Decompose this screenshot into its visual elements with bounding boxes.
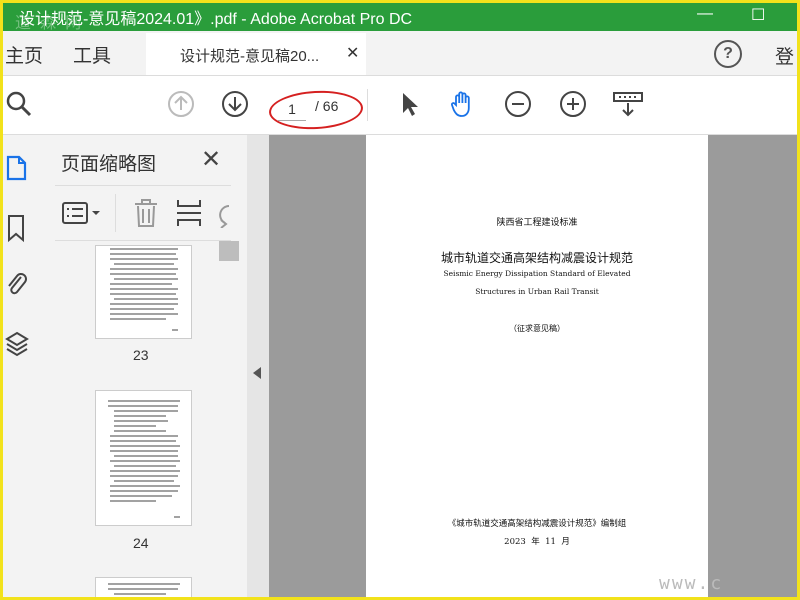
hand-tool-icon[interactable] — [449, 90, 477, 118]
page-thumbnails-icon[interactable] — [5, 153, 29, 183]
zoom-in-icon[interactable] — [559, 90, 587, 118]
tab-document[interactable]: 设计规范-意见稿20... ✕ — [146, 33, 366, 75]
thumbnail-page-23[interactable] — [95, 245, 192, 339]
thumbnail-page-24[interactable] — [95, 390, 192, 526]
insert-pages-icon[interactable] — [175, 198, 203, 228]
pdf-page: 陕西省工程建设标准 城市轨道交通高架结构减震设计规范 Seismic Energ… — [366, 135, 708, 597]
minimize-button[interactable]: — — [697, 5, 713, 23]
thumbnail-tools — [55, 185, 231, 241]
draft-note: （征求意见稿） — [509, 324, 565, 333]
thumbnail-page-label: 23 — [133, 347, 149, 363]
document-tab-label: 设计规范-意见稿20... — [180, 48, 320, 65]
scrollbar-thumb[interactable] — [219, 241, 239, 261]
close-panel-button[interactable]: ✕ — [201, 145, 221, 174]
tab-bar: 主页 工具 设计规范-意见稿20... ✕ ? 登 — [3, 31, 797, 76]
delete-icon[interactable] — [133, 198, 159, 228]
app-window: 道 森 网 设计规范-意见稿2024.01》.pdf - Adobe Acrob… — [0, 0, 800, 600]
document-date: 2023 年 11 月 — [504, 537, 570, 547]
rotate-icon[interactable] — [213, 198, 231, 228]
thumbnail-text-lines — [110, 248, 178, 331]
toolbar — [3, 76, 797, 135]
attachment-icon[interactable] — [5, 269, 29, 299]
maximize-button[interactable]: ☐ — [751, 5, 765, 25]
panel-splitter[interactable] — [247, 135, 269, 597]
url-watermark: www.c — [659, 573, 724, 594]
zoom-out-icon[interactable] — [504, 90, 532, 118]
fit-page-icon[interactable] — [612, 90, 644, 118]
thumbnails-panel: 页面缩略图 ✕ 23 24 — [43, 135, 279, 597]
thumbnail-text-lines — [108, 583, 180, 595]
document-title: 城市轨道交通高架结构减震设计规范 — [440, 251, 633, 265]
compiler-note: 《城市轨道交通高架结构减震设计规范》编制组 — [447, 519, 627, 529]
close-tab-button[interactable]: ✕ — [346, 43, 359, 63]
thumbnail-options-icon[interactable] — [61, 200, 105, 226]
document-title-en-2: Structures in Urban Rail Transit — [475, 287, 599, 296]
tools-divider — [115, 194, 116, 232]
bookmark-icon[interactable] — [5, 213, 29, 243]
thumbnail-page-label: 24 — [133, 535, 149, 551]
collapse-panel-icon[interactable] — [253, 367, 261, 379]
toolbar-divider — [367, 89, 368, 121]
search-icon[interactable] — [5, 90, 33, 118]
window-title: 设计规范-意见稿2024.01》.pdf - Adobe Acrobat Pro… — [19, 11, 413, 28]
layers-icon[interactable] — [5, 329, 29, 359]
page-down-icon[interactable] — [221, 90, 249, 118]
document-title-en-1: Seismic Energy Dissipation Standard of E… — [443, 269, 631, 278]
panel-title: 页面缩略图 — [61, 154, 157, 175]
tab-tools[interactable]: 工具 — [73, 41, 111, 68]
document-issuer: 陕西省工程建设标准 — [496, 218, 578, 228]
left-rail — [3, 135, 44, 597]
help-icon[interactable]: ? — [714, 40, 742, 68]
select-arrow-icon[interactable] — [396, 90, 424, 118]
document-view[interactable]: 陕西省工程建设标准 城市轨道交通高架结构减震设计规范 Seismic Energ… — [269, 135, 797, 597]
sign-in-button[interactable]: 登 — [775, 42, 794, 69]
title-bar: 道 森 网 设计规范-意见稿2024.01》.pdf - Adobe Acrob… — [3, 3, 797, 32]
thumbnail-text-lines — [108, 400, 180, 518]
thumbnail-page-25[interactable] — [95, 577, 192, 597]
page-up-icon[interactable] — [167, 90, 195, 118]
tab-home[interactable]: 主页 — [5, 41, 43, 68]
